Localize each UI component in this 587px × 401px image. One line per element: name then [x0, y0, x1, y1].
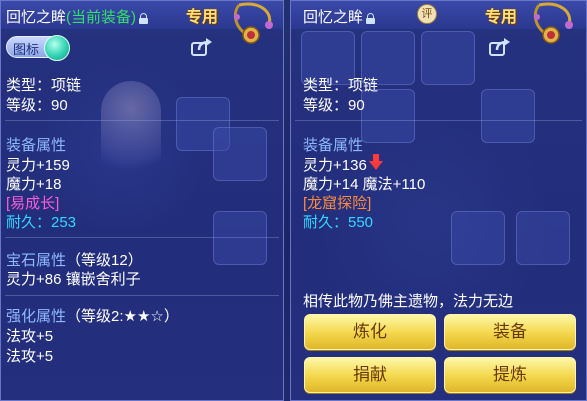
equip-attr-header: 装备属性 — [6, 137, 67, 154]
inventory-slot — [421, 31, 475, 85]
item-level: 等级：90 — [303, 97, 365, 114]
divider — [295, 120, 582, 121]
share-icon[interactable] — [191, 38, 213, 56]
item-type: 类型：项链 — [6, 77, 82, 94]
item-tag: [易成长] — [6, 195, 60, 212]
equip-button[interactable]: 装备 — [444, 314, 576, 350]
attr-line: 灵力+136 — [303, 157, 367, 174]
inventory-slot — [481, 89, 535, 143]
inventory-slot — [516, 211, 570, 265]
item-title: 回忆之眸 — [303, 6, 376, 27]
item-level: 等级：90 — [6, 97, 68, 114]
enhance-attr-line: 强化属性（等级2:★★☆） — [6, 305, 179, 326]
special-label: 专用 — [485, 9, 518, 26]
necklace-icon — [533, 2, 573, 44]
rating-icon: 评 — [417, 4, 437, 24]
attr-line-with-indicator: 灵力+136 — [303, 154, 383, 175]
gem-attr-header: 宝石属性 — [6, 252, 67, 269]
attr-line: 灵力+159 — [6, 157, 70, 174]
durability: 耐久：550 — [303, 214, 374, 231]
enhance-line: 法攻+5 — [6, 348, 54, 365]
durability: 耐久：253 — [6, 214, 77, 231]
item-tag: [龙窟探险] — [303, 195, 372, 212]
attr-line: 魔力+14 魔法+110 — [303, 176, 426, 193]
lock-icon — [139, 13, 149, 24]
item-tooltip: 回忆之眸 评 专用 类型：项链 等级：90 装备属性 灵力+136 魔力+14 … — [290, 0, 587, 401]
equip-attr-header: 装备属性 — [303, 137, 364, 154]
inventory-slot — [213, 127, 267, 181]
enhance-attr-header: 强化属性 — [6, 308, 67, 325]
refine-button[interactable]: 炼化 — [304, 314, 436, 350]
item-name: 回忆之眸 — [303, 9, 364, 26]
inventory-slot — [361, 89, 415, 143]
special-label: 专用 — [186, 9, 219, 26]
equipped-item-tooltip: 回忆之眸(当前装备) 专用 图标 类型：项链 等级：90 装备属性 灵力+159… — [0, 0, 284, 401]
divider — [5, 120, 279, 121]
decrease-arrow-icon — [368, 154, 383, 170]
extract-button[interactable]: 提炼 — [444, 357, 576, 393]
inventory-slot — [451, 211, 505, 265]
gem-level: （等级12） — [66, 252, 143, 269]
lock-icon — [366, 13, 376, 24]
donate-button[interactable]: 捐献 — [304, 357, 436, 393]
icon-toggle-label: 图标 — [13, 42, 40, 57]
divider — [5, 295, 279, 296]
item-name: 回忆之眸 — [6, 9, 67, 26]
share-icon[interactable] — [489, 38, 511, 56]
gem-line: 灵力+86 镶嵌舍利子 — [6, 271, 141, 288]
necklace-icon — [233, 2, 273, 44]
current-equipped-label: (当前装备) — [66, 9, 137, 26]
divider — [5, 237, 279, 238]
item-description: 相传此物乃佛主遗物，法力无边 — [303, 293, 514, 310]
toggle-knob-icon — [44, 35, 70, 61]
icon-toggle-button[interactable]: 图标 — [6, 35, 70, 61]
item-title: 回忆之眸(当前装备) — [6, 6, 149, 27]
attr-line: 魔力+18 — [6, 176, 62, 193]
enhance-level: （等级2:★★☆） — [66, 308, 179, 325]
enhance-line: 法攻+5 — [6, 328, 54, 345]
character-silhouette — [101, 81, 161, 191]
gem-attr-line: 宝石属性（等级12） — [6, 249, 143, 270]
inventory-slot — [213, 211, 267, 265]
item-type: 类型：项链 — [303, 77, 379, 94]
